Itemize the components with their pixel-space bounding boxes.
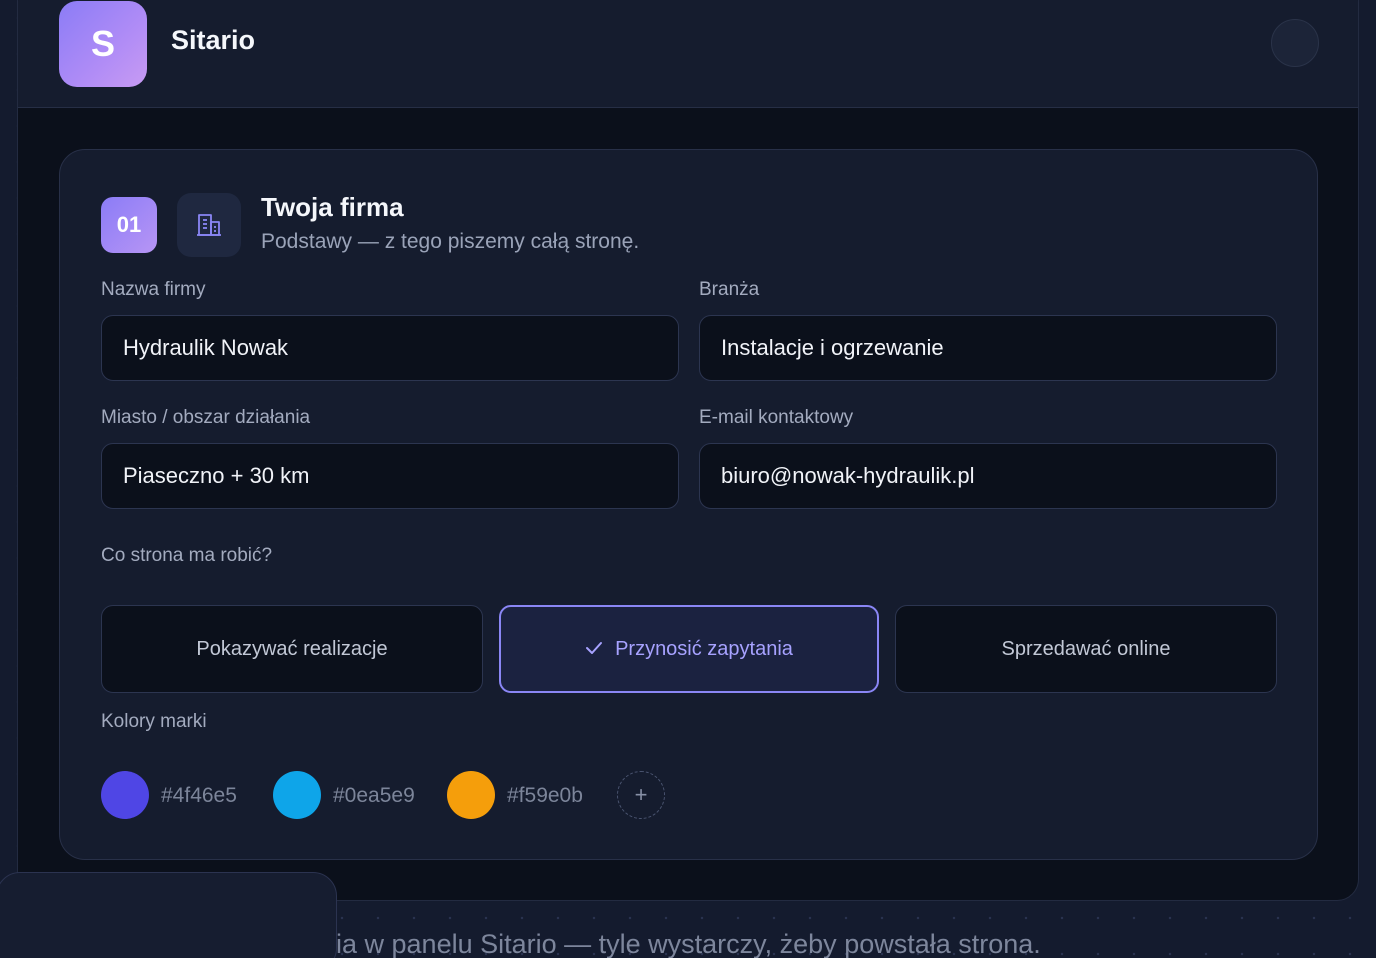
color-swatch-3[interactable] (447, 771, 495, 819)
app-window: S Sitario 01 Twoja firma Podstawy — z te… (17, 0, 1359, 901)
add-color-button[interactable]: + (617, 771, 665, 819)
city-label: Miasto / obszar działania (101, 407, 311, 428)
email-input[interactable] (699, 443, 1277, 509)
goal-option-label: Sprzedawać online (1001, 637, 1171, 660)
company-name-input[interactable] (101, 315, 679, 381)
color-swatch-code: #0ea5e9 (333, 784, 415, 807)
goal-option-label: Przynosić zapytania (615, 637, 793, 660)
section-title: Twoja firma (261, 192, 404, 222)
brand-name: Sitario (171, 25, 256, 55)
color-swatch-code: #f59e0b (507, 784, 583, 807)
city-input[interactable] (101, 443, 679, 509)
step-badge: 01 (101, 197, 157, 253)
color-swatch-1[interactable] (101, 771, 149, 819)
topbar: S Sitario (18, 0, 1358, 108)
goals-label: Co strona ma robić? (101, 545, 273, 566)
goal-option-label: Pokazywać realizacje (196, 637, 388, 660)
industry-label: Branża (699, 279, 760, 300)
industry-input[interactable] (699, 315, 1277, 381)
brand-logo[interactable]: S (59, 1, 147, 87)
brand-colors-label: Kolory marki (101, 711, 207, 732)
section-subtitle: Podstawy — z tego piszemy całą stronę. (261, 230, 640, 253)
color-swatch-2[interactable] (273, 771, 321, 819)
goal-option-shop[interactable]: Sprzedawać online (895, 605, 1277, 693)
user-avatar[interactable] (1271, 19, 1319, 67)
company-name-label: Nazwa firmy (101, 279, 206, 300)
email-label: E-mail kontaktowy (699, 407, 854, 428)
plus-icon: + (634, 782, 648, 807)
goal-option-inquiries[interactable]: Przynosić zapytania (499, 605, 879, 693)
goal-option-portfolio[interactable]: Pokazywać realizacje (101, 605, 483, 693)
footer-caption: ia w panelu Sitario — tyle wystarczy, że… (336, 929, 1041, 958)
building-icon (177, 193, 241, 257)
overlay-panel (0, 872, 337, 958)
brand-logo-letter: S (90, 23, 115, 64)
company-form-card: 01 Twoja firma Podstawy — z tego piszemy… (59, 149, 1318, 860)
color-swatch-code: #4f46e5 (161, 784, 237, 807)
check-icon (586, 642, 603, 654)
